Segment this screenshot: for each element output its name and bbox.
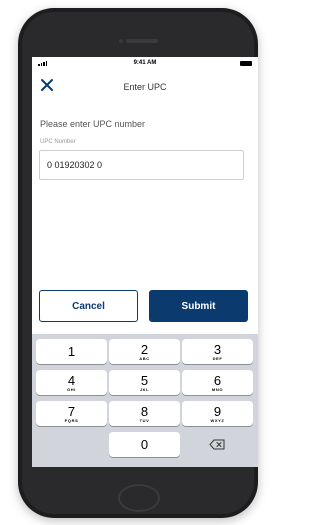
screen: 9:41 AM Enter UPC Please enter UPC numbe… xyxy=(32,57,258,467)
status-bar: 9:41 AM xyxy=(32,57,258,71)
key-digit: 3 xyxy=(213,342,222,357)
key-letters: MNO xyxy=(211,387,224,392)
key-8[interactable]: 8 TUV xyxy=(109,401,180,426)
home-button[interactable] xyxy=(118,484,160,512)
key-digit: 4 xyxy=(67,373,76,388)
key-digit: 5 xyxy=(140,373,149,388)
key-letters: DEF xyxy=(212,356,223,361)
key-letters: GHI xyxy=(67,387,76,392)
backspace-icon xyxy=(209,439,225,450)
key-5[interactable]: 5 JKL xyxy=(109,370,180,395)
key-1[interactable]: 1 xyxy=(36,339,107,364)
numeric-keypad: 1 2 ABC 3 DEF 4 GHI 5 JKL 6 MNO 7 PQRS 8… xyxy=(32,334,258,467)
key-7[interactable]: 7 PQRS xyxy=(36,401,107,426)
key-letters: TUV xyxy=(139,418,150,423)
key-digit: 8 xyxy=(140,404,149,419)
upc-field-label: UPC Number xyxy=(40,139,76,145)
nav-bar: Enter UPC xyxy=(32,73,258,99)
upc-input[interactable] xyxy=(39,150,244,180)
key-letters: JKL xyxy=(139,387,150,392)
camera-icon xyxy=(119,39,123,43)
key-3[interactable]: 3 DEF xyxy=(182,339,253,364)
cancel-button[interactable]: Cancel xyxy=(39,290,138,322)
key-digit: 7 xyxy=(67,404,76,419)
key-letters: WXYZ xyxy=(210,418,225,423)
key-letters: PQRS xyxy=(64,418,79,423)
key-6[interactable]: 6 MNO xyxy=(182,370,253,395)
key-2[interactable]: 2 ABC xyxy=(109,339,180,364)
key-letters: ABC xyxy=(139,356,150,361)
key-0[interactable]: 0 xyxy=(109,432,180,457)
key-digit: 9 xyxy=(213,404,222,419)
speaker-grille xyxy=(126,39,158,43)
key-digit: 6 xyxy=(213,373,222,388)
submit-button[interactable]: Submit xyxy=(149,290,248,322)
key-digit: 0 xyxy=(140,437,149,452)
key-digit: 2 xyxy=(140,342,149,357)
status-time: 9:41 AM xyxy=(133,60,157,66)
upc-prompt: Please enter UPC number xyxy=(40,119,146,129)
key-9[interactable]: 9 WXYZ xyxy=(182,401,253,426)
key-blank xyxy=(36,432,107,457)
battery-icon xyxy=(240,61,252,66)
key-digit: 1 xyxy=(67,344,76,359)
page-title: Enter UPC xyxy=(123,82,167,92)
backspace-key[interactable] xyxy=(182,432,253,457)
key-4[interactable]: 4 GHI xyxy=(36,370,107,395)
